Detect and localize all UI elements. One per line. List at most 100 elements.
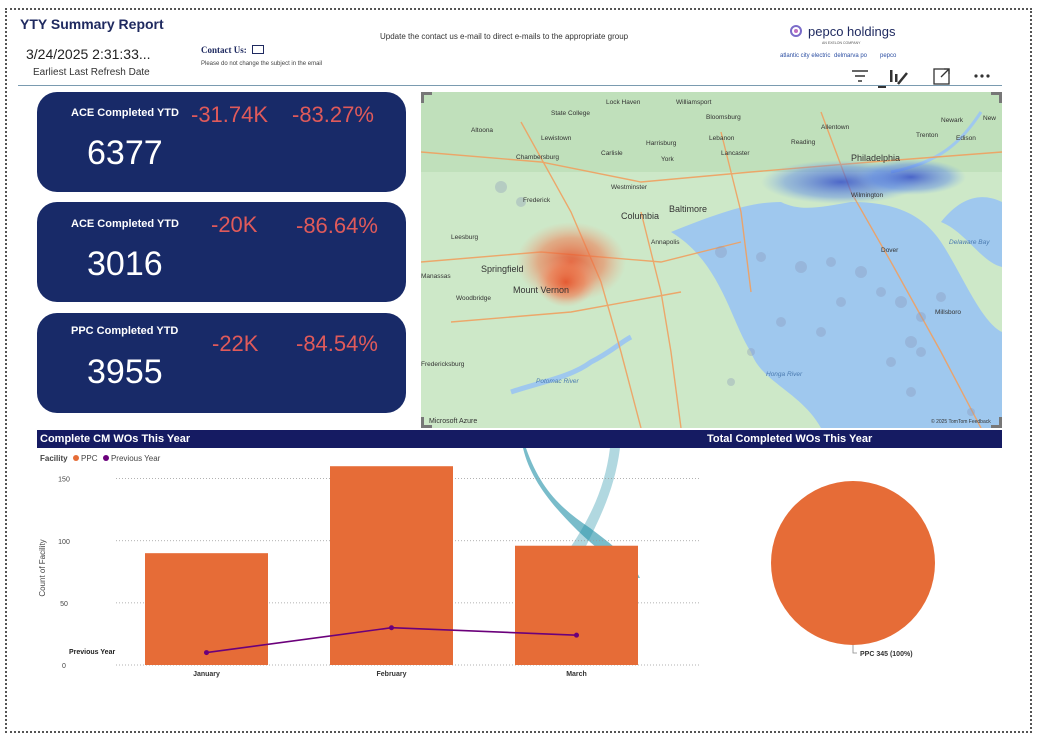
map-label: Reading [791,139,816,146]
map-label: Newark [941,117,964,124]
map-label: Annapolis [651,239,680,246]
line-series-label: Previous Year [69,649,115,656]
resize-handle-br[interactable] [991,417,1002,428]
map-label: Manassas [421,273,451,280]
map-label: Columbia [621,211,659,221]
map-attribution-left: Microsoft Azure [429,418,477,425]
map-label: Leesburg [451,234,478,241]
resize-handle-tr[interactable] [991,92,1002,103]
map-label: Lancaster [721,150,750,157]
y-tick-label: 100 [58,539,70,546]
map-label: Woodbridge [456,295,491,302]
kpi-delta-abs: -31.74K [191,102,269,127]
bar-ppc[interactable] [515,545,638,665]
map-label: Mount Vernon [513,285,569,295]
map-label: State College [551,110,590,117]
map-label: Baltimore [669,204,707,214]
visual-format-icon[interactable] [888,66,908,86]
map-label: Williamsport [676,99,712,106]
mail-icon [252,45,264,54]
bar-ppc[interactable] [330,466,453,665]
map-label: Fredericksburg [421,361,465,368]
line-point-previous-year[interactable] [204,650,209,656]
map-label: Frederick [523,197,551,204]
header-divider [18,85,1002,86]
azure-map[interactable]: Lock Haven Williamsport Bloomsburg Allentow… [421,92,1002,428]
notice-text: Update the contact us e-mail to direct e… [380,32,629,41]
pie-data-label: PPC 345 (100%) [860,651,913,658]
map-label: New [983,115,996,122]
kpi-value: 3955 [87,353,163,391]
y-tick-label: 50 [60,601,68,608]
pie-slice-ppc[interactable] [771,481,935,645]
logo-sub3: pepco [880,53,897,59]
x-tick-label: January [193,671,220,678]
logo-brand: pepco holdings [808,24,896,39]
map-label: Potomac River [536,378,579,385]
section-header-bar: Complete CM WOs This Year Total Complete… [37,430,1002,448]
map-label: Honga River [766,371,803,378]
map-label: Springfield [481,264,524,274]
pie-chart-total-wos[interactable]: PPC 345 (100%) [700,448,1000,688]
map-label: Lock Haven [606,99,641,106]
map-label: Delaware Bay [949,239,990,246]
y-axis-title: Count of Facility [38,539,47,596]
kpi-delta-pct: -84.54% [296,331,378,356]
logo-tagline: AN EXELON COMPANY [822,41,861,45]
filter-icon[interactable] [850,66,870,86]
kpi-delta-abs: -22K [212,331,259,356]
y-tick-label: 0 [62,663,66,670]
active-indicator [878,86,886,88]
logo-sub2: delmarva po [834,53,868,59]
map-label: Trenton [916,132,939,139]
map-label: Chambersburg [516,154,559,161]
kpi-delta-pct: -86.64% [296,213,378,238]
map-label: Lewistown [541,135,572,142]
contact-note: Please do not change the subject in the … [201,61,323,67]
kpi-value: 6377 [87,134,163,172]
heat-cluster-dc-core [536,257,596,307]
resize-handle-tl[interactable] [421,92,432,103]
more-options-icon[interactable] [972,66,992,86]
logo-sub1: atlantic city electric [780,53,830,59]
contact-label: Contact Us: [201,45,247,55]
x-tick-label: March [566,671,587,678]
map-label: Carlisle [601,150,623,157]
chart-title-cm-wos: Complete CM WOs This Year [40,433,191,445]
map-label: Harrisburg [646,140,677,147]
contact-us-link[interactable]: Contact Us: [201,44,264,55]
map-label: Edison [956,135,976,142]
pie-leader-line [852,645,857,654]
resize-handle-bl[interactable] [421,417,432,428]
refresh-timestamp: 3/24/2025 2:31:33... [26,46,151,62]
kpi-card-ace-1[interactable]: ACE Completed YTD 6377 -31.74K -83.27% [37,92,406,192]
kpi-card-ppc[interactable]: PPC Completed YTD 3955 -22K -84.54% [37,313,406,413]
chart-title-total-wos: Total Completed WOs This Year [707,433,873,445]
map-label: Millsboro [935,309,961,316]
report-title: YTY Summary Report [20,16,164,32]
map-label: Lebanon [709,135,735,142]
kpi-card-ace-2[interactable]: ACE Completed YTD 3016 -20K -86.64% [37,202,406,302]
x-tick-label: February [377,671,407,678]
pie-layer: PPC 345 (100%) [771,481,935,658]
map-label: Philadelphia [851,153,900,163]
map-label: Allentown [821,124,850,131]
map-label: Wilmington [851,192,884,199]
map-label: Altoona [471,127,493,134]
heat-cluster-de-2 [856,159,966,195]
focus-mode-icon[interactable] [932,66,952,86]
kpi-title: ACE Completed YTD [71,107,179,119]
line-point-previous-year[interactable] [389,625,394,631]
map-label: Westminster [611,184,648,191]
bar-ppc[interactable] [145,553,268,665]
map-attribution-right: © 2025 TomTom Feedback [931,418,991,425]
map-label: York [661,156,675,163]
y-tick-label: 150 [58,477,70,484]
map-label: Bloomsburg [706,114,741,121]
bar-chart-cm-wos[interactable]: 0 50 100 150 January February March Count of F… [30,448,710,688]
map-canvas[interactable]: Lock Haven Williamsport Bloomsburg Allentow… [421,92,1002,428]
kpi-title: PPC Completed YTD [71,325,179,337]
kpi-value: 3016 [87,245,163,283]
kpi-delta-pct: -83.27% [292,102,374,127]
line-point-previous-year[interactable] [574,632,579,638]
